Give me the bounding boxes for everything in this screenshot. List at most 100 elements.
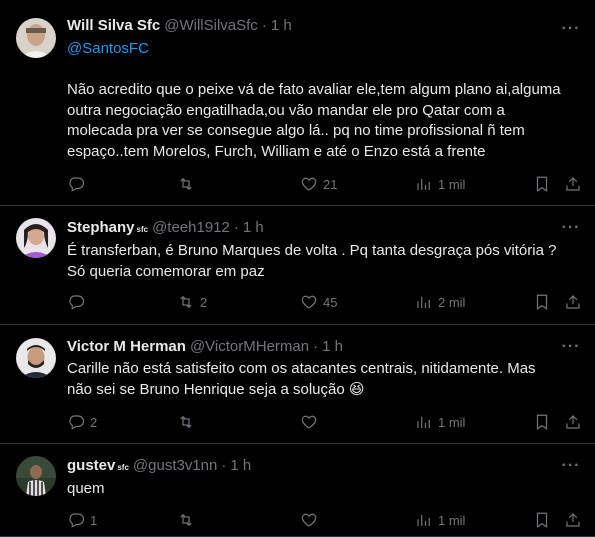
reply-button[interactable] xyxy=(67,174,90,194)
tweet-text-line: outra negociação engatilhada,ou vão mand… xyxy=(67,101,505,119)
share-button[interactable] xyxy=(564,292,582,312)
tweet-text: Não acredito que o peixe vá de fato aval… xyxy=(67,80,581,162)
like-count: 45 xyxy=(323,294,338,310)
views-count: 1 mil xyxy=(438,414,466,430)
bookmark-button[interactable] xyxy=(533,510,551,530)
views-icon xyxy=(417,178,430,190)
separator-dot: · xyxy=(221,457,227,474)
tweet-header: gustev sfc @gust3v1nn · 1 h xyxy=(67,456,581,478)
more-icon[interactable]: ··· xyxy=(561,19,581,39)
bookmark-button[interactable] xyxy=(533,292,551,312)
retweet-button[interactable] xyxy=(177,412,200,432)
share-button[interactable] xyxy=(564,510,582,530)
bookmark-icon xyxy=(536,512,548,528)
share-icon xyxy=(566,295,580,309)
like-count: 21 xyxy=(323,176,338,192)
reply-icon xyxy=(69,415,85,430)
tweet-text-line: Não acredito que o peixe vá de fato aval… xyxy=(67,81,561,98)
reply-button[interactable]: 2 xyxy=(67,412,97,432)
timestamp[interactable]: 1 h xyxy=(271,16,292,36)
share-button[interactable] xyxy=(564,174,582,194)
tweet-text-line: não sei se Bruno Henrique seja a solução… xyxy=(67,380,365,398)
reply-mention[interactable]: @SantosFC xyxy=(67,39,581,59)
views-count: 1 mil xyxy=(438,512,466,528)
author-name[interactable]: Victor M Herman xyxy=(67,337,186,357)
tweet-text-line: Carille não está satisfeito com os ataca… xyxy=(67,360,536,377)
tweet-text-line: Só queria comemorar em paz xyxy=(67,262,265,280)
bookmark-button[interactable] xyxy=(533,412,551,432)
views-button[interactable]: 1 mil xyxy=(415,412,465,432)
retweet-icon xyxy=(180,415,192,429)
views-icon xyxy=(417,416,430,428)
views-count: 2 mil xyxy=(438,294,466,310)
author-handle[interactable]: @WillSilvaSfc xyxy=(164,16,258,36)
author-handle[interactable]: @VictorMHerman xyxy=(190,337,309,357)
separator-dot: · xyxy=(261,17,267,34)
name-badge: sfc xyxy=(136,225,149,234)
author-name[interactable]: Will Silva Sfc xyxy=(67,16,160,36)
timestamp[interactable]: 1 h xyxy=(230,456,251,476)
avatar[interactable] xyxy=(16,338,56,378)
reply-icon xyxy=(69,295,85,310)
avatar[interactable] xyxy=(16,456,56,496)
tweet-text: quem xyxy=(67,479,581,500)
retweet-count: 2 xyxy=(200,294,208,310)
tweet-actions: 2 45 2 mil xyxy=(67,292,581,312)
tweet-actions: 1 1 mil xyxy=(67,510,581,530)
bookmark-icon xyxy=(536,176,548,192)
reply-button[interactable]: 1 xyxy=(67,510,97,530)
bookmark-button[interactable] xyxy=(533,174,551,194)
author-name[interactable]: Stephany xyxy=(67,218,135,238)
retweet-icon xyxy=(180,177,192,191)
author-handle[interactable]: @teeh1912 xyxy=(152,218,230,238)
timestamp[interactable]: 1 h xyxy=(243,218,264,238)
reply-icon xyxy=(69,177,85,192)
views-button[interactable]: 1 mil xyxy=(415,174,465,194)
like-button[interactable] xyxy=(300,412,323,432)
reply-count: 1 xyxy=(90,512,98,528)
tweet-text: Carille não está satisfeito com os ataca… xyxy=(67,359,581,400)
author-name[interactable]: gustev xyxy=(67,456,115,476)
timestamp[interactable]: 1 h xyxy=(322,337,343,357)
heart-icon xyxy=(301,415,317,429)
heart-icon xyxy=(301,513,317,527)
views-button[interactable]: 2 mil xyxy=(415,292,465,312)
tweet-card[interactable]: Stephany sfc @teeh1912 · 1 h É transferb… xyxy=(0,206,595,325)
retweet-button[interactable]: 2 xyxy=(177,292,207,312)
retweet-button[interactable] xyxy=(177,174,200,194)
retweet-button[interactable] xyxy=(177,510,200,530)
author-handle[interactable]: @gust3v1nn xyxy=(133,456,217,476)
tweet-actions: 2 1 mil xyxy=(67,412,581,432)
tweet-header: Victor M Herman @VictorMHerman · 1 h xyxy=(67,337,581,357)
more-icon[interactable]: ··· xyxy=(561,218,581,238)
like-button[interactable]: 21 xyxy=(300,174,337,194)
views-count: 1 mil xyxy=(438,176,466,192)
separator-dot: · xyxy=(233,219,239,236)
separator-dot: · xyxy=(313,338,319,355)
like-button[interactable]: 45 xyxy=(300,292,337,312)
tweet-card[interactable]: Will Silva Sfc @WillSilvaSfc · 1 h @Sant… xyxy=(0,0,595,206)
bookmark-icon xyxy=(536,294,548,310)
more-icon[interactable]: ··· xyxy=(561,337,581,357)
tweet-text-line: quem xyxy=(67,480,105,497)
tweet-text-line: molecada pra ver se consegue algo lá.. p… xyxy=(67,122,525,139)
views-icon xyxy=(417,296,430,308)
share-icon xyxy=(566,177,580,191)
views-icon xyxy=(417,514,430,526)
views-button[interactable]: 1 mil xyxy=(415,510,465,530)
reply-button[interactable] xyxy=(67,292,90,312)
tweet-header: Stephany sfc @teeh1912 · 1 h xyxy=(67,218,581,240)
share-button[interactable] xyxy=(564,412,582,432)
tweet-actions: 21 1 mil xyxy=(67,174,581,194)
avatar[interactable] xyxy=(16,18,56,58)
tweet-text-line: É transferban, é Bruno Marques de volta … xyxy=(67,242,557,259)
heart-icon xyxy=(301,295,317,309)
like-button[interactable] xyxy=(300,510,323,530)
tweet-card[interactable]: gustev sfc @gust3v1nn · 1 h quem ··· 1 1… xyxy=(0,444,595,537)
avatar[interactable] xyxy=(16,218,56,258)
retweet-icon xyxy=(180,295,192,309)
share-icon xyxy=(566,415,580,429)
more-icon[interactable]: ··· xyxy=(561,456,581,476)
tweet-card[interactable]: Victor M Herman @VictorMHerman · 1 h Car… xyxy=(0,325,595,444)
heart-icon xyxy=(301,177,317,191)
